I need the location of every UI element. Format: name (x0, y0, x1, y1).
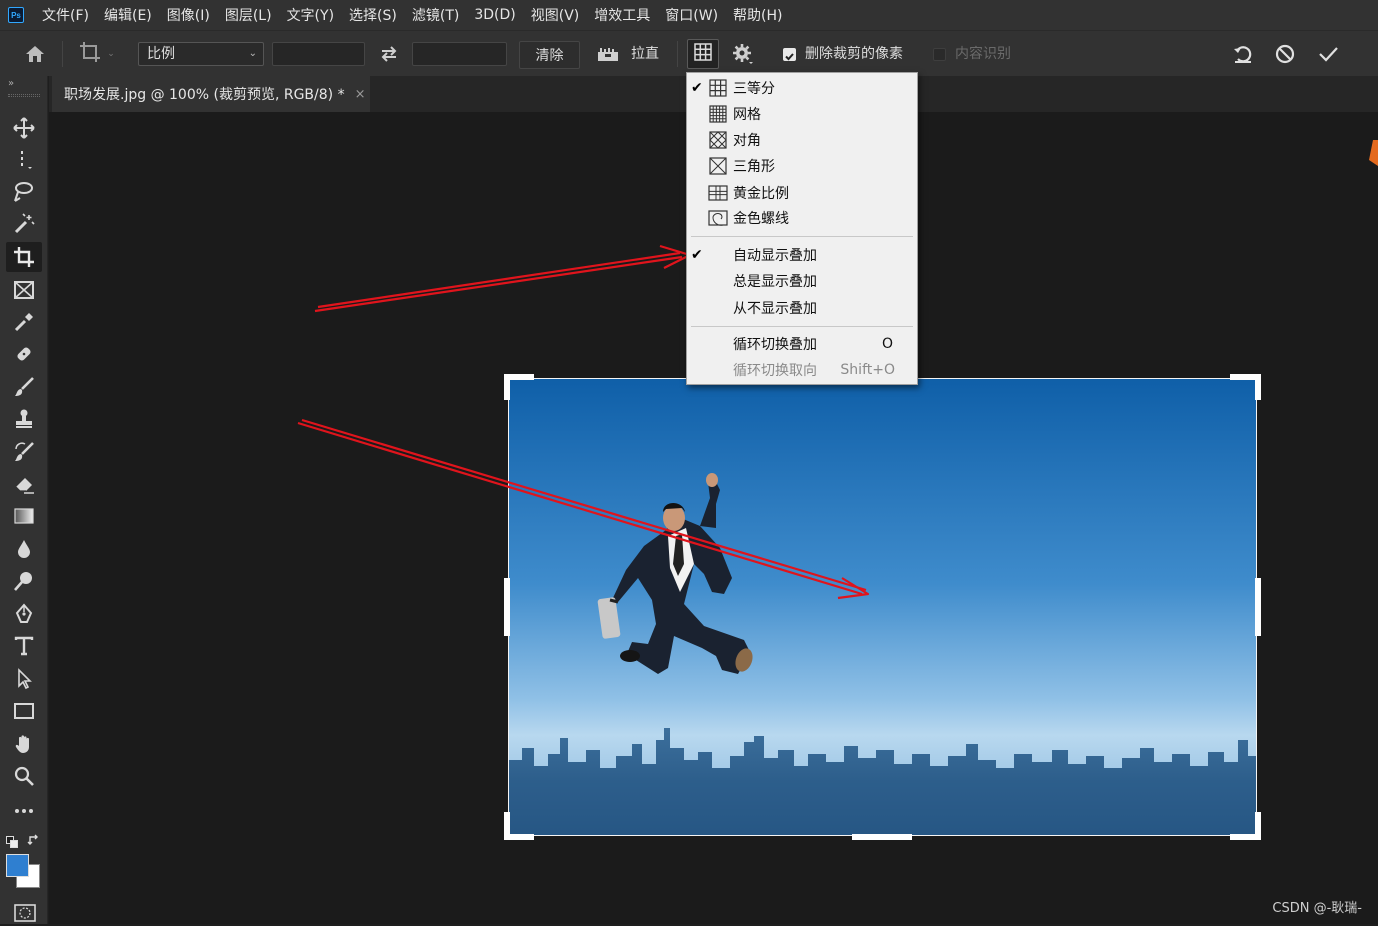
triangle-icon (708, 156, 728, 176)
cycle-orientation-shortcut: Shift+O (840, 362, 895, 378)
golden-ratio-icon (708, 183, 728, 203)
overlay-item-golden-spiral[interactable]: 金色螺线 (687, 206, 917, 230)
overlay-mode-auto[interactable]: ✔ 自动显示叠加 (687, 243, 917, 267)
golden-spiral-icon (708, 208, 728, 228)
cycle-orientation-label: 循环切换取向 (733, 360, 817, 380)
check-icon: ✔ (691, 247, 705, 263)
check-icon: ✔ (691, 80, 705, 96)
overlay-item-label: 三角形 (733, 156, 775, 176)
overlay-item-label: 三等分 (733, 78, 775, 98)
overlay-mode-always[interactable]: 总是显示叠加 (687, 269, 917, 293)
watermark: CSDN @-耿瑞- (1272, 897, 1362, 916)
overlay-item-label: 网格 (733, 104, 761, 124)
overlay-item-thirds[interactable]: ✔ 三等分 (687, 76, 917, 100)
overlay-mode-label: 从不显示叠加 (733, 298, 817, 318)
overlay-item-golden-ratio[interactable]: 黄金比例 (687, 181, 917, 205)
menu-separator (691, 236, 913, 237)
annotation-arrow-upper-second-stroke (318, 253, 680, 307)
cycle-overlay-shortcut: O (882, 336, 893, 352)
overlay-options-menu: ✔ 三等分 网格 对角 三角形 黄金比例 金色螺线 ✔ 自动显示叠加 总是显示叠… (686, 72, 918, 385)
overlay-mode-never[interactable]: 从不显示叠加 (687, 296, 917, 320)
overlay-item-diagonal[interactable]: 对角 (687, 128, 917, 152)
diagonal-icon (708, 130, 728, 150)
menu-separator (691, 326, 913, 327)
overlay-item-label: 对角 (733, 130, 761, 150)
annotation-arrow-lower (298, 423, 862, 594)
overlay-mode-label: 总是显示叠加 (733, 271, 817, 291)
overlay-mode-label: 自动显示叠加 (733, 245, 817, 265)
overlay-item-label: 金色螺线 (733, 208, 789, 228)
grid-icon (708, 104, 728, 124)
overlay-item-grid[interactable]: 网格 (687, 102, 917, 126)
cycle-overlay-label: 循环切换叠加 (733, 334, 817, 354)
cycle-orientation-item: 循环切换取向 Shift+O (687, 358, 917, 382)
overlay-item-triangle[interactable]: 三角形 (687, 154, 917, 178)
annotation-arrow-lower-second-stroke (302, 420, 866, 590)
annotation-arrow-upper (315, 257, 682, 311)
cycle-overlay-item[interactable]: 循环切换叠加 O (687, 332, 917, 356)
thirds-icon (708, 78, 728, 98)
overlay-item-label: 黄金比例 (733, 183, 789, 203)
